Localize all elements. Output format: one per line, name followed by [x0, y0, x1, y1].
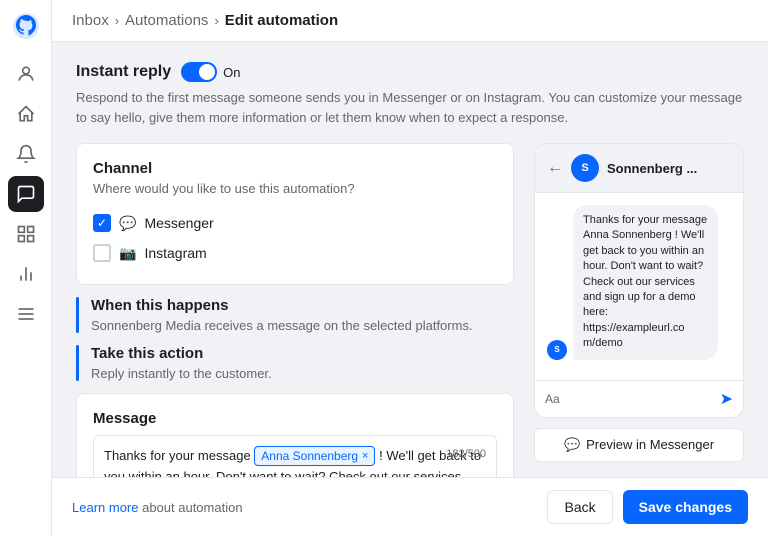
message-counter: 182/500: [446, 446, 486, 463]
instant-reply-title: Instant reply: [76, 63, 171, 81]
phone-bubble-avatar: S: [547, 340, 567, 360]
phone-messages: S Thanks for your message Anna Sonnenber…: [535, 193, 743, 380]
phone-bubble-wrap: S Thanks for your message Anna Sonnenber…: [547, 205, 731, 360]
learn-more-link[interactable]: Learn more: [72, 500, 138, 515]
instagram-label: Instagram: [144, 245, 206, 261]
toggle-label: On: [223, 65, 240, 80]
instagram-channel-icon: 📷: [119, 245, 136, 262]
when-happens-section: When this happens Sonnenberg Media recei…: [76, 297, 514, 333]
back-button[interactable]: Back: [547, 490, 612, 524]
page-content: Instant reply On Respond to the first me…: [52, 42, 768, 477]
instant-reply-description: Respond to the first message someone sen…: [76, 88, 744, 127]
footer: Learn more about automation Back Save ch…: [52, 477, 768, 536]
sidebar-item-inbox[interactable]: [8, 176, 44, 212]
save-changes-button[interactable]: Save changes: [623, 490, 748, 524]
right-column: ← S Sonnenberg ... S Thanks for your mes…: [534, 143, 744, 477]
preview-btn-label: Preview in Messenger: [586, 437, 714, 452]
message-text-area[interactable]: 182/500 Thanks for your message Anna Son…: [93, 435, 497, 477]
instant-reply-toggle[interactable]: [181, 62, 217, 82]
footer-buttons: Back Save changes: [547, 490, 748, 524]
sidebar-item-pages[interactable]: [8, 216, 44, 252]
section-border-2: [76, 345, 79, 381]
phone-contact-name: Sonnenberg ...: [607, 161, 697, 176]
sidebar-item-menu[interactable]: [8, 296, 44, 332]
toggle-wrap: On: [181, 62, 240, 82]
preview-in-messenger-button[interactable]: 💬 Preview in Messenger: [534, 428, 744, 462]
take-action-desc: Reply instantly to the customer.: [91, 366, 514, 381]
header: Inbox › Automations › Edit automation: [52, 0, 768, 42]
learn-more-suffix: about automation: [138, 500, 242, 515]
preview-btn-wrap: 💬 Preview in Messenger: [534, 428, 744, 462]
message-section: Message 182/500 Thanks for your message …: [76, 393, 514, 477]
phone-preview: ← S Sonnenberg ... S Thanks for your mes…: [534, 143, 744, 418]
phone-back-icon[interactable]: ←: [547, 159, 563, 177]
take-action-section: Take this action Reply instantly to the …: [76, 345, 514, 381]
breadcrumb-automations[interactable]: Automations: [125, 12, 208, 29]
sidebar-item-notifications[interactable]: [8, 136, 44, 172]
sidebar: [0, 0, 52, 536]
instagram-checkbox[interactable]: [93, 244, 111, 262]
message-content-before: Thanks for your message: [104, 448, 254, 463]
sidebar-item-users[interactable]: [8, 56, 44, 92]
learn-more-text: Learn more about automation: [72, 500, 243, 515]
section-border: [76, 297, 79, 333]
instagram-checkbox-item[interactable]: 📷 Instagram: [93, 238, 497, 268]
phone-avatar: S: [571, 154, 599, 182]
mention-close-icon[interactable]: ×: [362, 448, 368, 465]
when-happens-desc: Sonnenberg Media receives a message on t…: [91, 318, 514, 333]
breadcrumb-inbox[interactable]: Inbox: [72, 12, 109, 29]
messenger-channel-icon: 💬: [119, 215, 136, 232]
channel-section: Channel Where would you like to use this…: [76, 143, 514, 285]
phone-bubble: Thanks for your message Anna Sonnenberg …: [573, 205, 718, 360]
left-column: Channel Where would you like to use this…: [76, 143, 514, 477]
checkmark-icon: ✓: [97, 216, 107, 230]
phone-header: ← S Sonnenberg ...: [535, 144, 743, 193]
main-content: Inbox › Automations › Edit automation In…: [52, 0, 768, 536]
phone-send-icon[interactable]: ➤: [720, 389, 733, 409]
breadcrumb-current: Edit automation: [225, 12, 338, 29]
mention-text: Anna Sonnenberg: [261, 447, 358, 465]
channel-description: Where would you like to use this automat…: [93, 181, 497, 196]
take-action-title: Take this action: [91, 345, 514, 362]
breadcrumb-sep-1: ›: [115, 13, 119, 28]
when-happens-content: When this happens Sonnenberg Media recei…: [91, 297, 514, 333]
messenger-label: Messenger: [144, 215, 213, 231]
phone-input-area: Aa ➤: [535, 380, 743, 417]
mention-tag[interactable]: Anna Sonnenberg ×: [254, 446, 375, 466]
instant-reply-section: Instant reply On Respond to the first me…: [76, 62, 744, 127]
channel-title: Channel: [93, 160, 497, 177]
two-col-layout: Channel Where would you like to use this…: [76, 143, 744, 477]
preview-messenger-icon: 💬: [564, 437, 580, 453]
messenger-checkbox-item[interactable]: ✓ 💬 Messenger: [93, 208, 497, 238]
take-action-content: Take this action Reply instantly to the …: [91, 345, 514, 381]
sidebar-item-home[interactable]: [8, 96, 44, 132]
sidebar-logo: [8, 8, 44, 44]
sidebar-item-analytics[interactable]: [8, 256, 44, 292]
messenger-checkbox[interactable]: ✓: [93, 214, 111, 232]
phone-input-label: Aa: [545, 392, 714, 406]
toggle-knob: [199, 64, 215, 80]
message-title: Message: [93, 410, 497, 427]
when-happens-title: When this happens: [91, 297, 514, 314]
breadcrumb-sep-2: ›: [214, 13, 218, 28]
